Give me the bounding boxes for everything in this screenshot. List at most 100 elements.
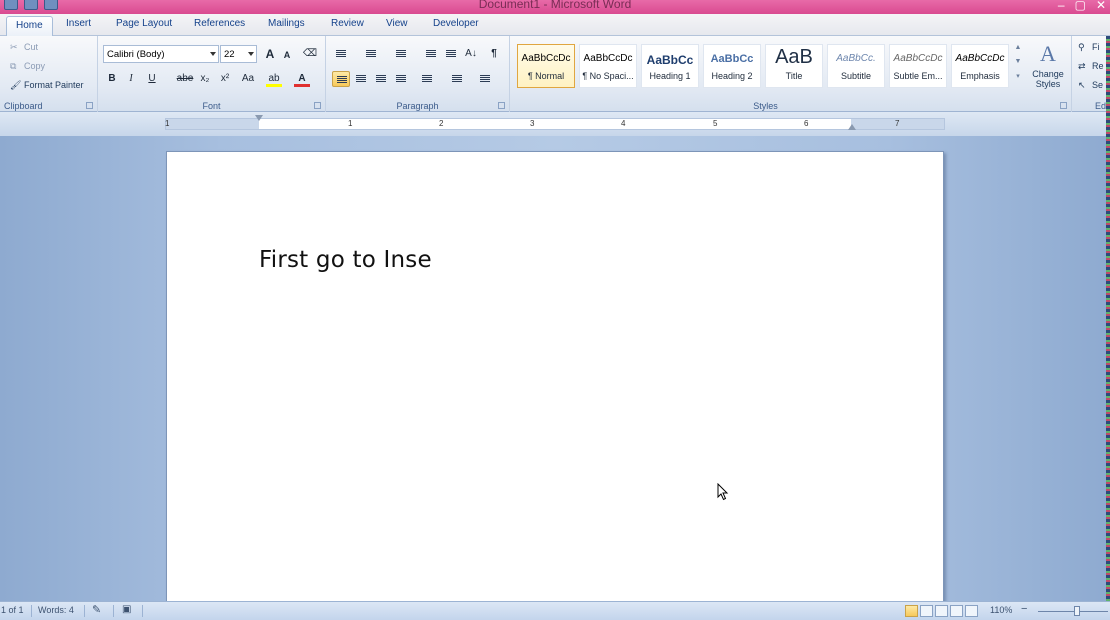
full-screen-reading-view-icon[interactable] xyxy=(920,605,933,617)
change-styles-button[interactable]: A Change Styles xyxy=(1027,41,1069,89)
style-subtle-emphasis[interactable]: AaBbCcDc Subtle Em... xyxy=(889,44,947,88)
borders-icon[interactable] xyxy=(476,71,494,87)
font-size-value: 22 xyxy=(224,49,235,60)
strikethrough-button[interactable]: abe xyxy=(174,71,196,87)
document-text[interactable]: First go to Inse xyxy=(259,247,432,273)
numbering-icon[interactable] xyxy=(362,46,380,62)
close-button[interactable]: ✕ xyxy=(1096,0,1106,12)
maximize-button[interactable]: ▢ xyxy=(1075,0,1086,12)
print-layout-view-icon[interactable] xyxy=(905,605,918,617)
zoom-level[interactable]: 110% xyxy=(990,605,1012,615)
justify-icon[interactable] xyxy=(392,71,410,87)
style-no-spacing[interactable]: AaBbCcDc ¶ No Spaci... xyxy=(579,44,637,88)
bold-button[interactable]: B xyxy=(104,71,120,87)
style-title[interactable]: AaB Title xyxy=(765,44,823,88)
style-sample: AaBbCc xyxy=(646,53,694,67)
clipboard-group: ✂ Cut ⧉ Copy 🖌 Format Painter Clipboard xyxy=(0,36,98,112)
window-controls: – ▢ ✕ xyxy=(1058,0,1106,12)
change-case-button[interactable]: Aa xyxy=(238,71,258,87)
tab-home[interactable]: Home xyxy=(6,16,53,37)
bullets-icon[interactable] xyxy=(332,46,350,62)
clear-formatting-icon[interactable]: ⌫ xyxy=(302,46,318,62)
ruler-area: 1 1 2 3 4 5 6 7 xyxy=(0,112,1110,136)
tab-insert[interactable]: Insert xyxy=(66,18,91,29)
tab-review[interactable]: Review xyxy=(331,18,364,29)
format-painter-label: Format Painter xyxy=(24,80,84,90)
clipboard-launcher-icon[interactable] xyxy=(86,102,93,109)
tab-mailings[interactable]: Mailings xyxy=(268,18,305,29)
multilevel-list-icon[interactable] xyxy=(392,46,410,62)
tab-developer[interactable]: Developer xyxy=(433,18,479,29)
first-line-indent-marker[interactable] xyxy=(255,115,263,121)
subscript-button[interactable]: x₂ xyxy=(197,71,213,87)
shrink-font-button[interactable]: A xyxy=(279,47,295,63)
window-title: Document1 - Microsoft Word xyxy=(478,0,632,11)
page-count[interactable]: 1 of 1 xyxy=(1,605,24,615)
ribbon-tabs: Home Insert Page Layout References Maili… xyxy=(0,14,1110,37)
tab-page-layout[interactable]: Page Layout xyxy=(116,18,172,29)
italic-button[interactable]: I xyxy=(123,71,139,87)
style-heading-2[interactable]: AaBbCc Heading 2 xyxy=(703,44,761,88)
right-indent-marker[interactable] xyxy=(848,124,856,130)
line-spacing-icon[interactable] xyxy=(418,71,436,87)
styles-gallery-scroll[interactable]: ▲ ▼ ▾ xyxy=(1013,44,1023,88)
align-right-icon[interactable] xyxy=(372,71,390,87)
minimize-button[interactable]: – xyxy=(1058,0,1065,12)
cut-button[interactable]: ✂ Cut xyxy=(10,42,38,52)
more-styles-icon[interactable]: ▾ xyxy=(1013,72,1023,86)
decrease-indent-icon[interactable] xyxy=(422,46,440,62)
change-styles-icon: A xyxy=(1040,41,1056,66)
styles-group-label: Styles xyxy=(753,101,778,111)
tab-references[interactable]: References xyxy=(194,18,245,29)
draft-view-icon[interactable] xyxy=(965,605,978,617)
divider xyxy=(142,605,143,617)
replace-button[interactable]: ⇄ Re xyxy=(1078,61,1104,71)
web-layout-view-icon[interactable] xyxy=(935,605,948,617)
format-painter-button[interactable]: 🖌 Format Painter xyxy=(10,80,84,90)
scroll-down-icon[interactable]: ▼ xyxy=(1013,58,1023,72)
scroll-up-icon[interactable]: ▲ xyxy=(1013,44,1023,58)
grow-font-button[interactable]: A xyxy=(262,46,278,62)
ruler-left-margin xyxy=(166,119,259,129)
style-normal[interactable]: AaBbCcDc ¶ Normal xyxy=(517,44,575,88)
show-marks-button[interactable]: ¶ xyxy=(486,46,502,62)
font-color-button[interactable]: A xyxy=(294,71,310,87)
outline-view-icon[interactable] xyxy=(950,605,963,617)
highlight-button[interactable]: ab xyxy=(266,71,282,87)
word-count[interactable]: Words: 4 xyxy=(38,605,74,615)
zoom-slider-thumb[interactable] xyxy=(1074,606,1080,616)
style-subtitle[interactable]: AaBbCc. Subtitle xyxy=(827,44,885,88)
proofing-icon[interactable]: ✎ xyxy=(92,603,101,616)
horizontal-ruler[interactable]: 1 1 2 3 4 5 6 7 xyxy=(165,115,945,130)
macro-record-icon[interactable]: ▣ xyxy=(122,604,131,615)
style-heading-1[interactable]: AaBbCc Heading 1 xyxy=(641,44,699,88)
copy-button[interactable]: ⧉ Copy xyxy=(10,61,45,71)
status-bar: 1 of 1 Words: 4 ✎ ▣ 110% − xyxy=(0,601,1110,620)
zoom-out-button[interactable]: − xyxy=(1021,603,1027,615)
increase-indent-icon[interactable] xyxy=(442,46,460,62)
style-sample: AaBbCcDc xyxy=(521,53,571,64)
document-page[interactable]: First go to Inse xyxy=(166,151,944,611)
font-size-select[interactable]: 22 xyxy=(220,45,257,63)
select-label: Se xyxy=(1092,80,1104,90)
align-center-icon[interactable] xyxy=(352,71,370,87)
clipboard-group-label: Clipboard xyxy=(4,101,43,111)
align-left-icon[interactable] xyxy=(332,71,350,87)
styles-launcher-icon[interactable] xyxy=(1060,102,1067,109)
sort-button[interactable]: A↓ xyxy=(463,46,479,62)
font-name-select[interactable]: Calibri (Body) xyxy=(103,45,219,63)
font-launcher-icon[interactable] xyxy=(314,102,321,109)
style-emphasis[interactable]: AaBbCcDc Emphasis xyxy=(951,44,1009,88)
tab-view[interactable]: View xyxy=(386,18,408,29)
superscript-button[interactable]: x² xyxy=(217,71,233,87)
divider xyxy=(84,605,85,617)
select-button[interactable]: ↖ Se xyxy=(1078,80,1103,90)
shading-icon[interactable] xyxy=(448,71,466,87)
style-sample: AaBbCc xyxy=(710,53,754,65)
paragraph-launcher-icon[interactable] xyxy=(498,102,505,109)
zoom-slider[interactable] xyxy=(1038,611,1108,612)
style-name: ¶ Normal xyxy=(527,71,565,81)
underline-button[interactable]: U xyxy=(144,71,160,87)
paragraph-group-label: Paragraph xyxy=(396,101,439,111)
find-button[interactable]: ⚲ Fi xyxy=(1078,42,1100,52)
